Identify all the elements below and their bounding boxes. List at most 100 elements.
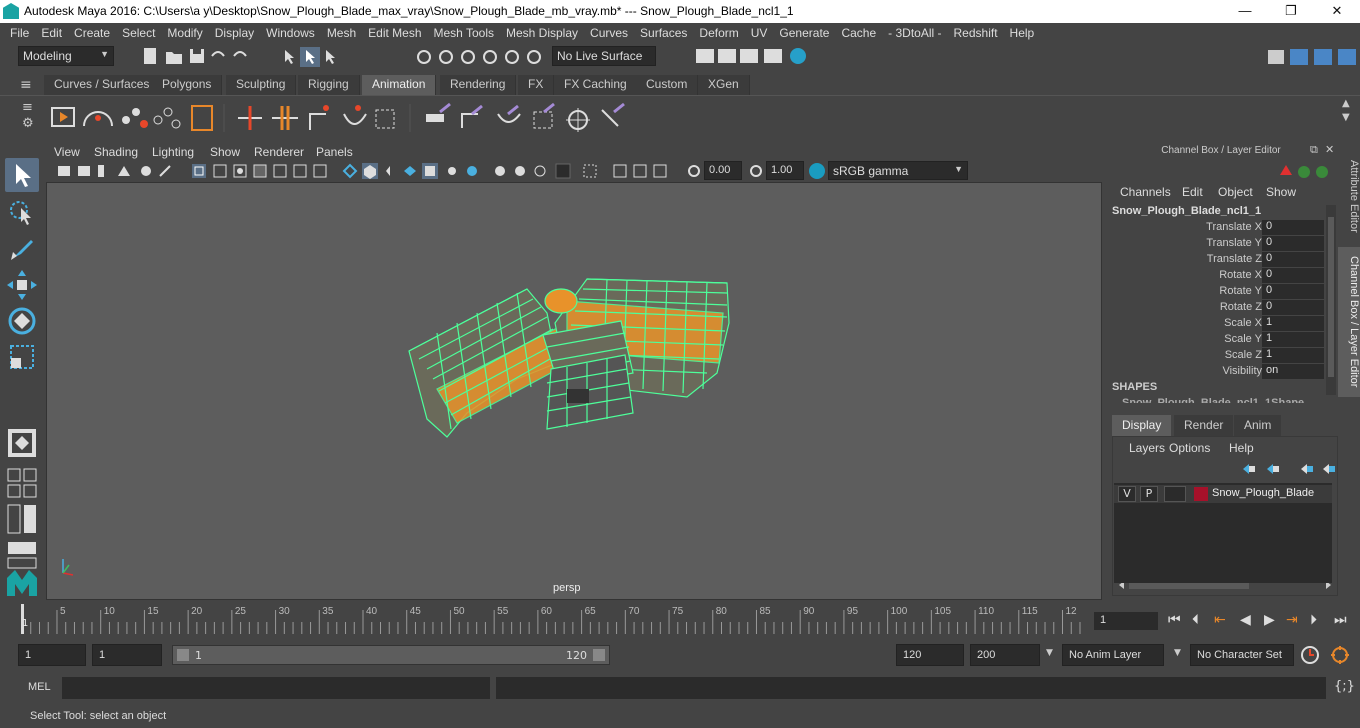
- rotate-tool-button[interactable]: [5, 304, 39, 338]
- panel-menu-lighting[interactable]: Lighting: [152, 145, 194, 159]
- menu-file[interactable]: File: [4, 26, 35, 40]
- close-button[interactable]: ✕: [1314, 2, 1360, 22]
- script-editor-icon[interactable]: {;}: [1334, 679, 1355, 694]
- attr-row-translate-x[interactable]: Translate X 0: [1112, 220, 1324, 236]
- current-frame-field[interactable]: 1: [1094, 612, 1158, 630]
- attr-value[interactable]: 0: [1262, 284, 1324, 299]
- attr-row-visibility[interactable]: Visibility on: [1112, 364, 1324, 380]
- attr-row-translate-z[interactable]: Translate Z 0: [1112, 252, 1324, 268]
- menu-modify[interactable]: Modify: [161, 26, 208, 40]
- paint-select-tool-button[interactable]: [5, 232, 39, 266]
- attr-row-rotate-y[interactable]: Rotate Y 0: [1112, 284, 1324, 300]
- shelf-scroll-down-icon[interactable]: ▼: [1342, 112, 1350, 123]
- anim-layer-field[interactable]: No Anim Layer: [1062, 644, 1164, 666]
- menu-set-dropdown[interactable]: Modeling ▼: [18, 46, 114, 66]
- layer-playback-toggle[interactable]: P: [1140, 486, 1158, 502]
- attr-value[interactable]: on: [1262, 364, 1324, 379]
- shelf-scroll-up-icon[interactable]: ▲: [1342, 98, 1350, 109]
- attr-row-translate-y[interactable]: Translate Y 0: [1112, 236, 1324, 252]
- layer-color-swatch[interactable]: [1194, 487, 1208, 501]
- key-prefs-icons[interactable]: [1298, 644, 1358, 668]
- cb-menu-edit[interactable]: Edit: [1182, 185, 1203, 199]
- scroll-thumb[interactable]: [1328, 217, 1334, 377]
- minimize-button[interactable]: —: [1222, 2, 1268, 22]
- tab-curves-surfaces[interactable]: Curves / Surfaces: [44, 75, 161, 95]
- attr-value[interactable]: 0: [1262, 300, 1324, 315]
- selected-object-name[interactable]: Snow_Plough_Blade_ncl1_1: [1112, 205, 1261, 217]
- playback-end-field[interactable]: 120: [896, 644, 964, 666]
- scale-tool-button[interactable]: [5, 340, 39, 374]
- file-tools-icons[interactable]: [140, 46, 420, 68]
- color-management-icon[interactable]: [808, 162, 826, 180]
- attr-value[interactable]: 0: [1262, 236, 1324, 251]
- menu-mesh-tools[interactable]: Mesh Tools: [428, 26, 500, 40]
- tab-custom[interactable]: Custom: [636, 75, 699, 95]
- menu-select[interactable]: Select: [116, 26, 161, 40]
- range-slider[interactable]: 1 120: [172, 645, 610, 665]
- time-ruler[interactable]: 5 10 15 20 25 30 35 40 45 50 55 60 65 70 75 80 85 90 95 100…: [18, 604, 1086, 634]
- menu-cache[interactable]: Cache: [835, 26, 882, 40]
- shape-node-name[interactable]: Snow_Plough_Blade_ncl1_1Shape: [1122, 397, 1304, 403]
- anim-layer-chevron-icon[interactable]: ▼: [1046, 648, 1053, 658]
- cb-menu-channels[interactable]: Channels: [1120, 185, 1171, 199]
- layer-tab-display[interactable]: Display: [1112, 415, 1172, 437]
- tab-rigging[interactable]: Rigging: [298, 75, 360, 95]
- menu-display[interactable]: Display: [209, 26, 260, 40]
- tab-sculpting[interactable]: Sculpting: [226, 75, 297, 95]
- shelf-animation-tools[interactable]: [48, 100, 638, 136]
- layer-visibility-toggle[interactable]: V: [1118, 486, 1136, 502]
- step-forward-frame-icon[interactable]: ⏵: [1310, 612, 1317, 628]
- snow-plough-blade-model[interactable]: [47, 183, 1101, 599]
- menu-redshift[interactable]: Redshift: [948, 26, 1004, 40]
- layer-row[interactable]: V P Snow_Plough_Blade: [1114, 485, 1332, 503]
- view-transform-dropdown[interactable]: sRGB gamma ▼: [828, 161, 968, 180]
- layer-tab-anim[interactable]: Anim: [1234, 415, 1282, 437]
- animation-start-field[interactable]: 1: [18, 644, 86, 666]
- menu-surfaces[interactable]: Surfaces: [634, 26, 693, 40]
- panel-toolbar-icons[interactable]: [54, 162, 704, 180]
- tab-polygons[interactable]: Polygons: [152, 75, 223, 95]
- attr-row-rotate-x[interactable]: Rotate X 0: [1112, 268, 1324, 284]
- panel-menu-renderer[interactable]: Renderer: [254, 145, 304, 159]
- layer-menu-options[interactable]: Options: [1169, 441, 1210, 455]
- attr-value[interactable]: 0: [1262, 220, 1324, 235]
- layer-tab-render[interactable]: Render: [1174, 415, 1234, 437]
- cb-menu-show[interactable]: Show: [1266, 185, 1296, 199]
- select-tool-button[interactable]: [5, 158, 39, 192]
- snap-icons[interactable]: [412, 46, 552, 68]
- cb-menu-object[interactable]: Object: [1218, 185, 1253, 199]
- layer-display-type-toggle[interactable]: [1164, 486, 1186, 502]
- shelf-gear-icon[interactable]: ⚙: [22, 116, 34, 131]
- play-forwards-icon[interactable]: ▶: [1264, 612, 1275, 628]
- tab-animation[interactable]: Animation: [362, 75, 437, 95]
- lasso-tool-button[interactable]: [5, 196, 39, 230]
- playback-start-field[interactable]: 1: [92, 644, 162, 666]
- close-panel-icon[interactable]: ✕: [1325, 143, 1334, 156]
- range-start-handle[interactable]: [177, 649, 189, 661]
- layer-action-icons[interactable]: [1239, 461, 1335, 477]
- animation-end-field[interactable]: 200: [970, 644, 1040, 666]
- tab-xgen[interactable]: XGen: [698, 75, 750, 95]
- attr-value[interactable]: 0: [1262, 252, 1324, 267]
- move-tool-button[interactable]: [5, 268, 39, 302]
- attr-value[interactable]: 0: [1262, 268, 1324, 283]
- maximize-button[interactable]: ❐: [1268, 2, 1314, 22]
- layer-name[interactable]: Snow_Plough_Blade: [1212, 487, 1314, 499]
- layout-two-button[interactable]: [5, 502, 39, 536]
- tab-rendering[interactable]: Rendering: [440, 75, 517, 95]
- attr-row-scale-z[interactable]: Scale Z 1: [1112, 348, 1324, 364]
- step-back-frame-icon[interactable]: ⏴: [1192, 612, 1199, 628]
- menu-mesh[interactable]: Mesh: [321, 26, 362, 40]
- panel-menu-shading[interactable]: Shading: [94, 145, 138, 159]
- character-set-field[interactable]: No Character Set: [1190, 644, 1294, 666]
- menu-3dtoall[interactable]: - 3DtoAll -: [882, 26, 947, 40]
- step-forward-key-icon[interactable]: ⇥: [1286, 612, 1298, 628]
- attr-value[interactable]: 1: [1262, 348, 1324, 363]
- menu-help[interactable]: Help: [1004, 26, 1041, 40]
- menu-deform[interactable]: Deform: [693, 26, 744, 40]
- time-slider[interactable]: 5 10 15 20 25 30 35 40 45 50 55 60 65 70 75 80 85 90 95 100…: [18, 604, 1086, 634]
- layer-menu-layers[interactable]: Layers: [1129, 441, 1165, 455]
- menu-edit-mesh[interactable]: Edit Mesh: [362, 26, 427, 40]
- menu-uv[interactable]: UV: [745, 26, 774, 40]
- play-backwards-icon[interactable]: ◀: [1240, 612, 1251, 628]
